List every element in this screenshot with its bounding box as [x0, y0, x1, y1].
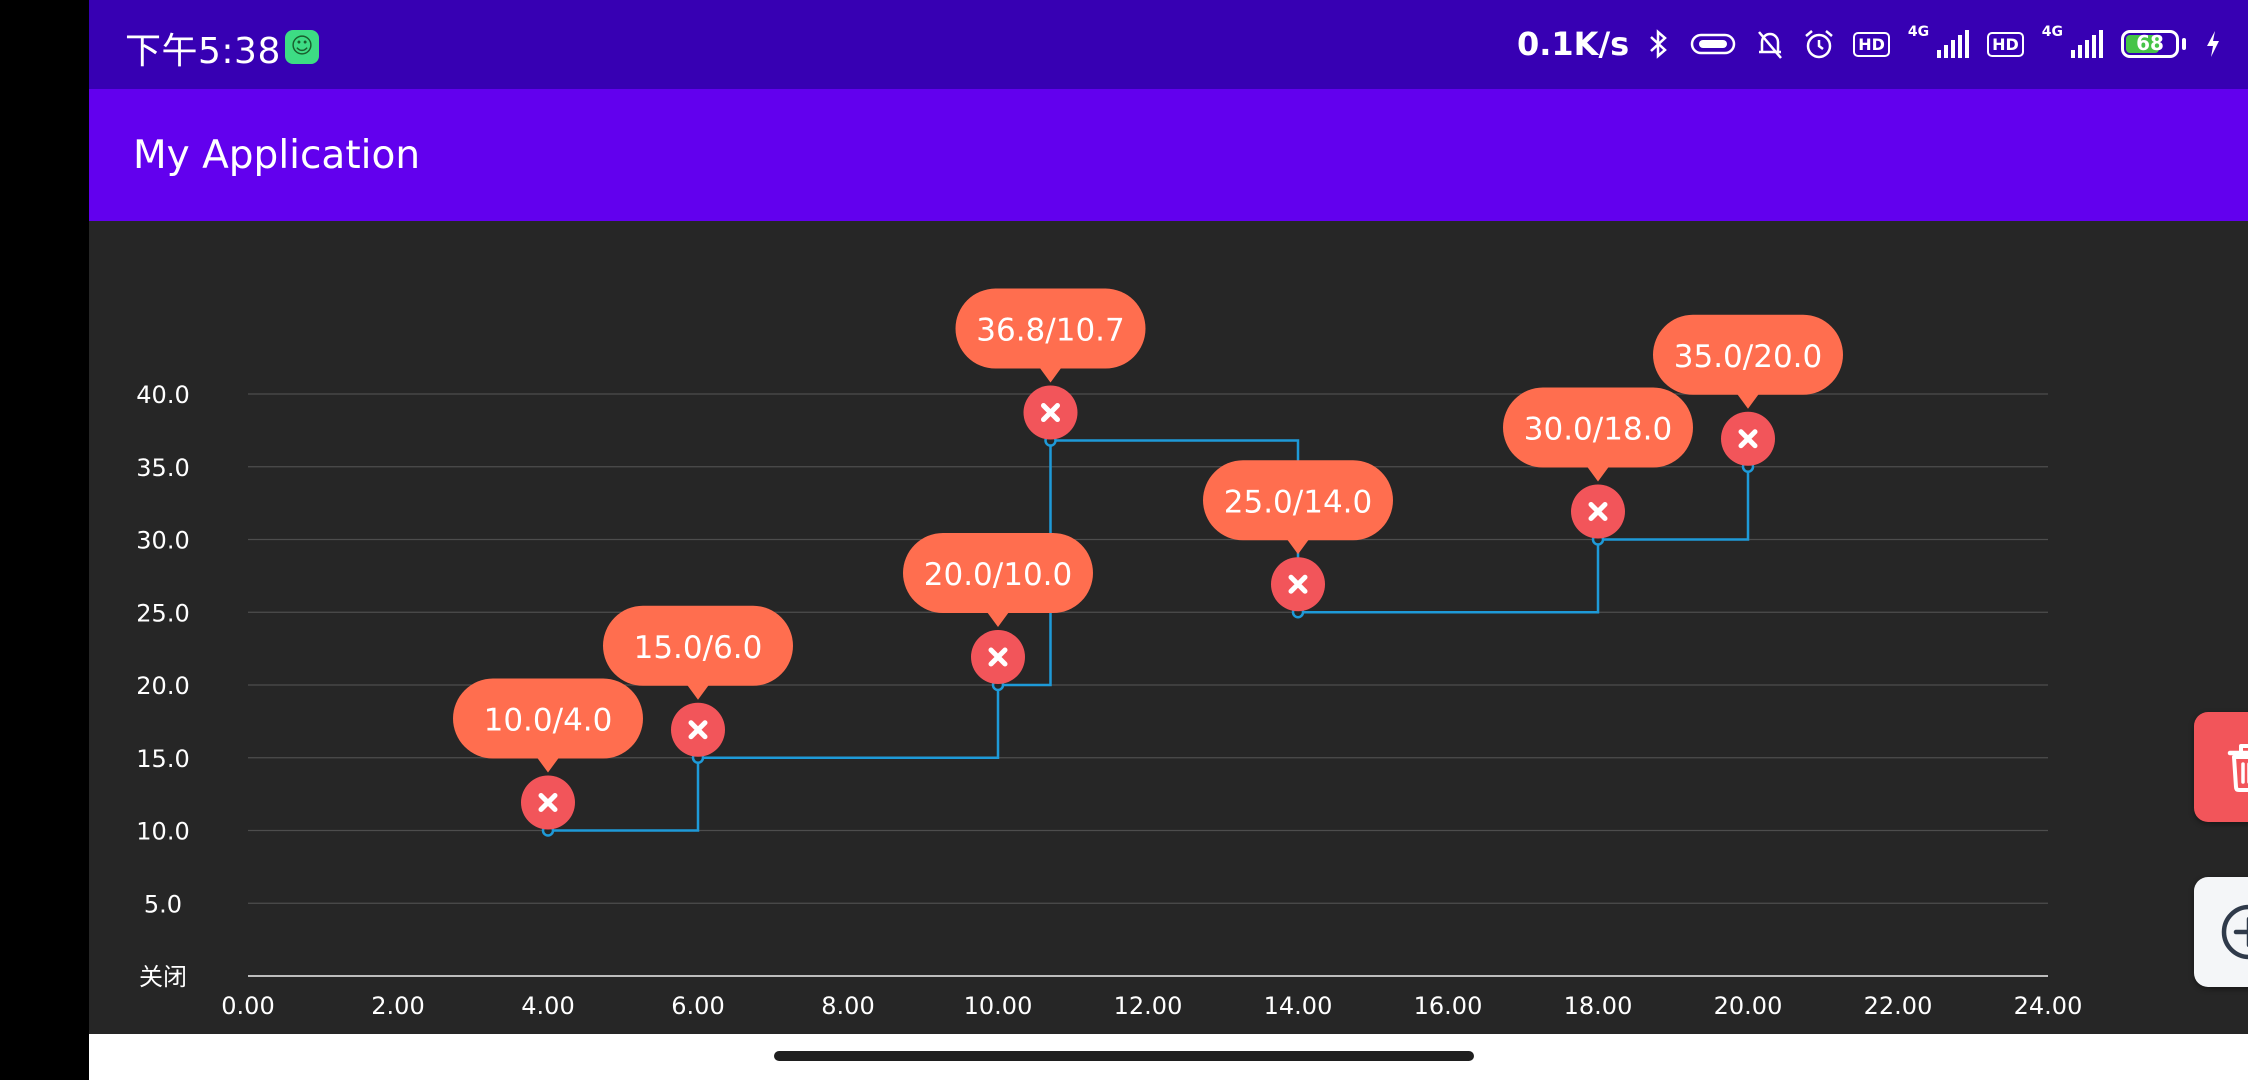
status-bar: 下午5:38 ☺ 0.1K/s HD 4G HD 4G 68: [89, 0, 2248, 89]
bubble-pointer: [987, 612, 1009, 627]
signal-icon: [1937, 30, 1970, 58]
x-tick-label: 18.00: [1564, 992, 1633, 1020]
data-label: 25.0/14.0: [1224, 484, 1373, 520]
x-tick-label: 12.00: [1114, 992, 1183, 1020]
bubble-pointer: [1287, 539, 1309, 555]
data-label: 35.0/20.0: [1674, 339, 1823, 375]
x-tick-label: 2.00: [371, 992, 424, 1020]
x-tick-label: 24.00: [2014, 992, 2083, 1020]
x-tick-label: 8.00: [821, 992, 874, 1020]
data-label: 30.0/18.0: [1524, 412, 1673, 448]
mute-bell-icon: [1755, 28, 1785, 60]
x-tick-label: 4.00: [521, 992, 574, 1020]
chart-area: 关闭 5.0 10.0 15.0 20.0 25.0 30.0 35.0 40.0 0.00 2.0…: [89, 221, 2248, 1034]
bubble-pointer: [687, 684, 709, 700]
network-speed: 0.1K/s: [1516, 25, 1630, 63]
app-title: My Application: [133, 133, 421, 178]
data-label: 20.0/10.0: [924, 557, 1073, 593]
bubble-pointer: [1039, 367, 1062, 383]
bubble-pointer: [1737, 393, 1759, 409]
add-circle-icon: [2221, 904, 2248, 960]
battery-cap: [2182, 38, 2186, 50]
data-point-group[interactable]: 25.0/14.0: [1203, 460, 1393, 619]
battery-level: 68: [2136, 31, 2164, 55]
x-tick-label: 6.00: [671, 992, 724, 1020]
trash-icon: [2227, 744, 2248, 792]
x-tick-label: 0.00: [221, 992, 274, 1020]
signal-icon: [2071, 30, 2103, 58]
y-tick-label: 25.0: [136, 599, 189, 627]
bluetooth-icon: [1647, 28, 1671, 60]
y-tick-label: 5.0: [144, 890, 182, 918]
data-point-group[interactable]: 30.0/18.0: [1503, 387, 1693, 546]
y-tick-label: 30.0: [136, 527, 189, 555]
data-point-group[interactable]: 20.0/10.0: [903, 533, 1093, 692]
home-indicator[interactable]: [774, 1051, 1474, 1061]
vibrate-icon: [1689, 30, 1737, 58]
charging-icon: [2204, 29, 2222, 59]
android-app-icon: ☺: [285, 30, 319, 64]
net-type-label: 4G: [1907, 24, 1930, 40]
y-tick-label: 10.0: [136, 818, 189, 846]
data-label: 10.0/4.0: [484, 703, 613, 739]
status-time: 下午5:38: [125, 31, 281, 72]
x-tick-label: 22.00: [1864, 992, 1933, 1020]
y-tick-label: 关闭: [139, 963, 187, 991]
data-point-group[interactable]: 10.0/4.0: [453, 678, 643, 837]
y-tick-label: 20.0: [136, 672, 189, 700]
bubble-pointer: [537, 757, 559, 773]
y-tick-label: 40.0: [136, 381, 189, 409]
alarm-icon: [1803, 28, 1835, 60]
data-label: 36.8/10.7: [976, 313, 1125, 349]
add-button[interactable]: [2194, 877, 2248, 987]
app-bar: My Application: [89, 89, 2248, 221]
screen-left-edge: [0, 0, 89, 1080]
navigation-bar: [89, 1034, 2248, 1080]
status-icons: 0.1K/s HD 4G HD 4G 68: [1517, 22, 2222, 66]
x-tick-label: 14.00: [1264, 992, 1333, 1020]
hd-icon: HD: [1987, 31, 2024, 57]
delete-button[interactable]: [2194, 712, 2248, 822]
step-line-chart[interactable]: 关闭 5.0 10.0 15.0 20.0 25.0 30.0 35.0 40.0 0.00 2.0…: [89, 221, 2248, 1034]
data-point-group[interactable]: 36.8/10.7: [955, 288, 1146, 447]
x-tick-label: 20.00: [1714, 992, 1783, 1020]
x-tick-label: 10.00: [964, 992, 1033, 1020]
x-tick-label: 16.00: [1414, 992, 1483, 1020]
battery-icon: 68: [2121, 30, 2179, 58]
net-type-label: 4G: [2041, 24, 2063, 40]
y-tick-label: 15.0: [136, 745, 189, 773]
hd-icon: HD: [1853, 31, 1890, 57]
y-tick-label: 35.0: [136, 454, 189, 482]
bubble-pointer: [1587, 466, 1609, 482]
data-label: 15.0/6.0: [634, 630, 763, 666]
